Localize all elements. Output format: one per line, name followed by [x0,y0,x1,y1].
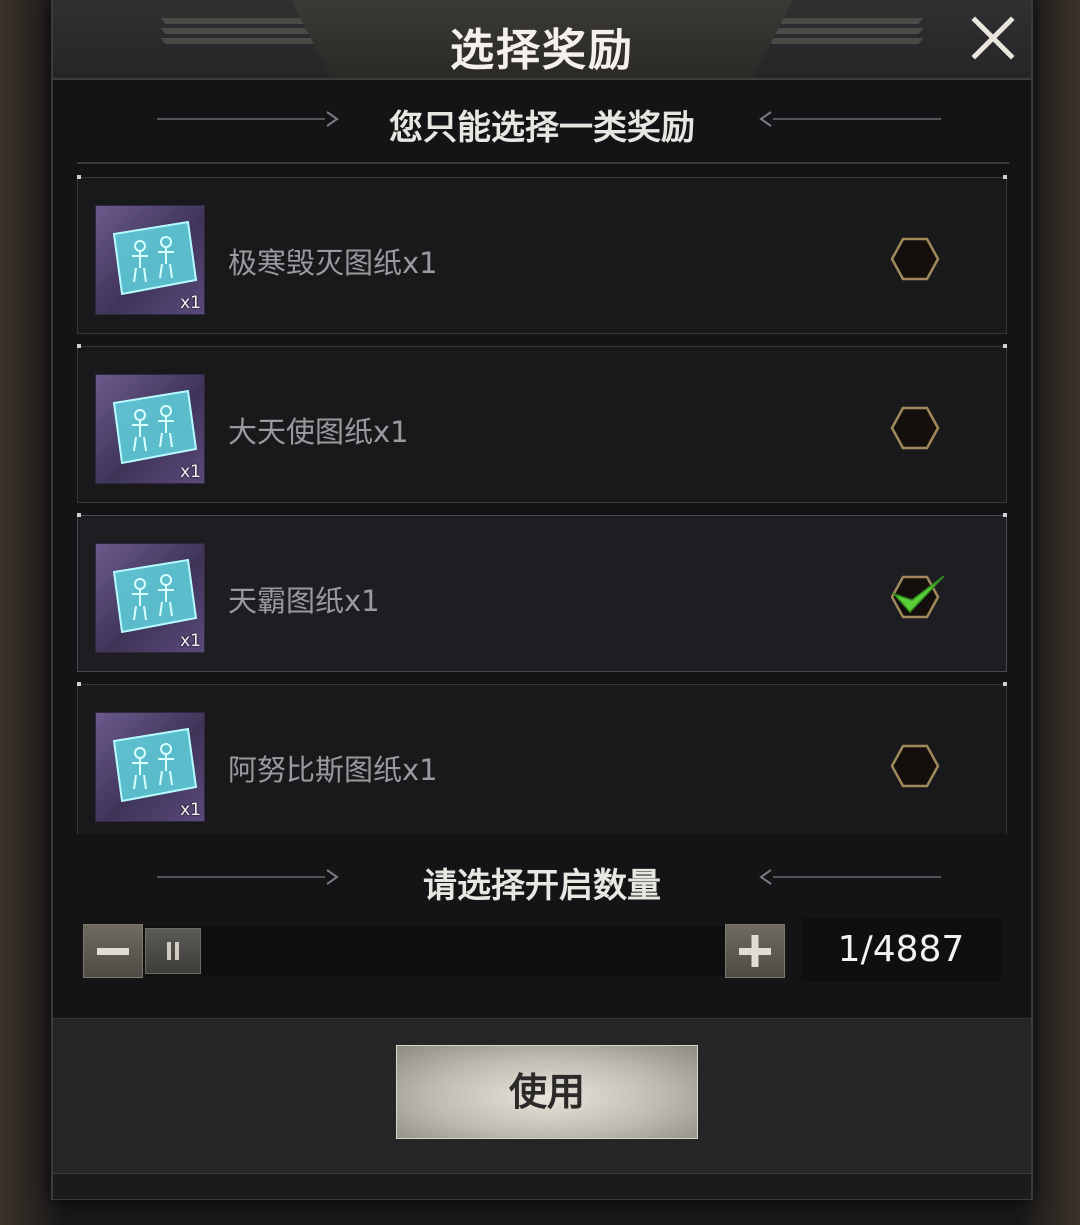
select-radio-hexagon[interactable] [890,405,940,451]
footer-strip [53,1173,1031,1199]
corner-dot [1003,344,1007,348]
increase-button[interactable] [725,924,785,978]
item-label: 大天使图纸x1 [228,415,409,449]
item-label: 天霸图纸x1 [228,584,380,618]
corner-dot [77,513,81,517]
minus-icon [97,948,129,955]
reward-item[interactable]: x1 阿努比斯图纸x1 [77,682,1007,834]
select-radio-hexagon-checked[interactable] [890,574,945,620]
quantity-slider-row: 1/4887 [83,918,1003,982]
hexagon-radio-icon [890,406,940,450]
checkmark-icon [890,575,945,619]
dialog-title: 选择奖励 [450,25,634,76]
blueprint-icon: x1 [95,543,205,653]
quantity-slider-track[interactable] [143,926,725,976]
plus-icon [739,935,771,967]
reward-list: x1 极寒毁灭图纸x1 x1 大天使图纸x1 x1 天霸图纸x1 x1 阿努比斯… [77,162,1009,834]
corner-dot [1003,175,1007,179]
blueprint-icon: x1 [95,205,205,315]
corner-dot [1003,513,1007,517]
corner-dot [1003,682,1007,686]
reward-section-heading: 您只能选择一类奖励 [53,94,1031,148]
close-button[interactable] [967,12,1019,64]
arrow-left-decoration-icon [751,866,941,888]
reward-item-selected[interactable]: x1 天霸图纸x1 [77,513,1007,672]
item-label: 极寒毁灭图纸x1 [228,246,438,280]
grip-icon [167,942,179,960]
quantity-section-heading: 请选择开启数量 [53,852,1031,906]
select-radio-hexagon[interactable] [890,236,940,282]
title-bar: 选择奖励 [53,0,1031,80]
corner-dot [77,344,81,348]
select-radio-hexagon[interactable] [890,743,940,789]
item-quantity-badge: x1 [180,293,201,313]
reward-dialog: 选择奖励 您只能选择一类奖励 x1 极寒毁灭图纸x1 x1 大天使图纸x1 x1… [51,0,1033,1200]
item-quantity-badge: x1 [180,800,201,820]
close-x-icon [971,16,1015,60]
blueprint-icon: x1 [95,374,205,484]
dialog-footer: 使用 [53,1018,1031,1174]
arrow-left-decoration-icon [751,108,941,130]
hexagon-radio-icon [890,237,940,281]
reward-item[interactable]: x1 极寒毁灭图纸x1 [77,175,1007,334]
item-label: 阿努比斯图纸x1 [228,753,438,787]
decrease-button[interactable] [83,924,143,978]
quantity-slider-thumb[interactable] [145,928,201,974]
use-button[interactable]: 使用 [396,1045,698,1139]
item-quantity-badge: x1 [180,631,201,651]
reward-item[interactable]: x1 大天使图纸x1 [77,344,1007,503]
blueprint-icon: x1 [95,712,205,822]
hexagon-radio-icon [890,744,940,788]
corner-dot [77,175,81,179]
quantity-count-display: 1/4887 [801,918,1001,982]
corner-dot [77,682,81,686]
item-quantity-badge: x1 [180,462,201,482]
